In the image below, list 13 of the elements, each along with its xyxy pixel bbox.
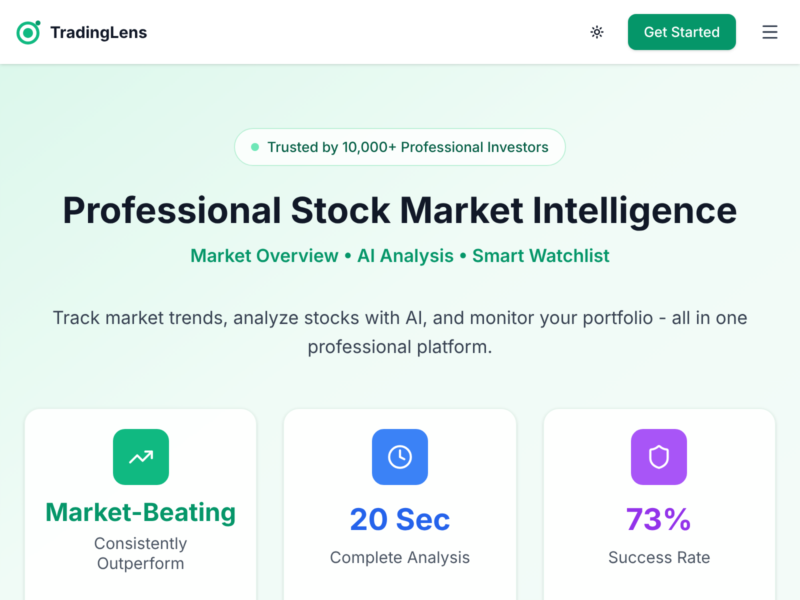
get-started-button[interactable]: Get Started	[628, 14, 736, 50]
badge-text: Trusted by 10,000+ Professional Investors	[267, 138, 549, 158]
stat-value: 73%	[626, 501, 693, 539]
hero-subtitle: Market Overview • AI Analysis • Smart Watchlist	[190, 245, 610, 269]
stat-label: Complete Analysis	[330, 547, 470, 567]
stat-value: Market-Beating	[45, 497, 236, 529]
hero-title: Professional Stock Market Intelligence	[62, 188, 738, 233]
hero-description: Track market trends, analyze stocks with AI, and monitor your portfolio - all in one professional platform.	[51, 307, 749, 360]
logo-icon	[16, 19, 42, 45]
brand-name[interactable]: TradingLens	[50, 20, 148, 44]
stat-label: Success Rate	[608, 547, 710, 567]
stat-value: 20 Sec	[349, 501, 451, 539]
stat-label: Consistently Outperform	[92, 533, 188, 573]
